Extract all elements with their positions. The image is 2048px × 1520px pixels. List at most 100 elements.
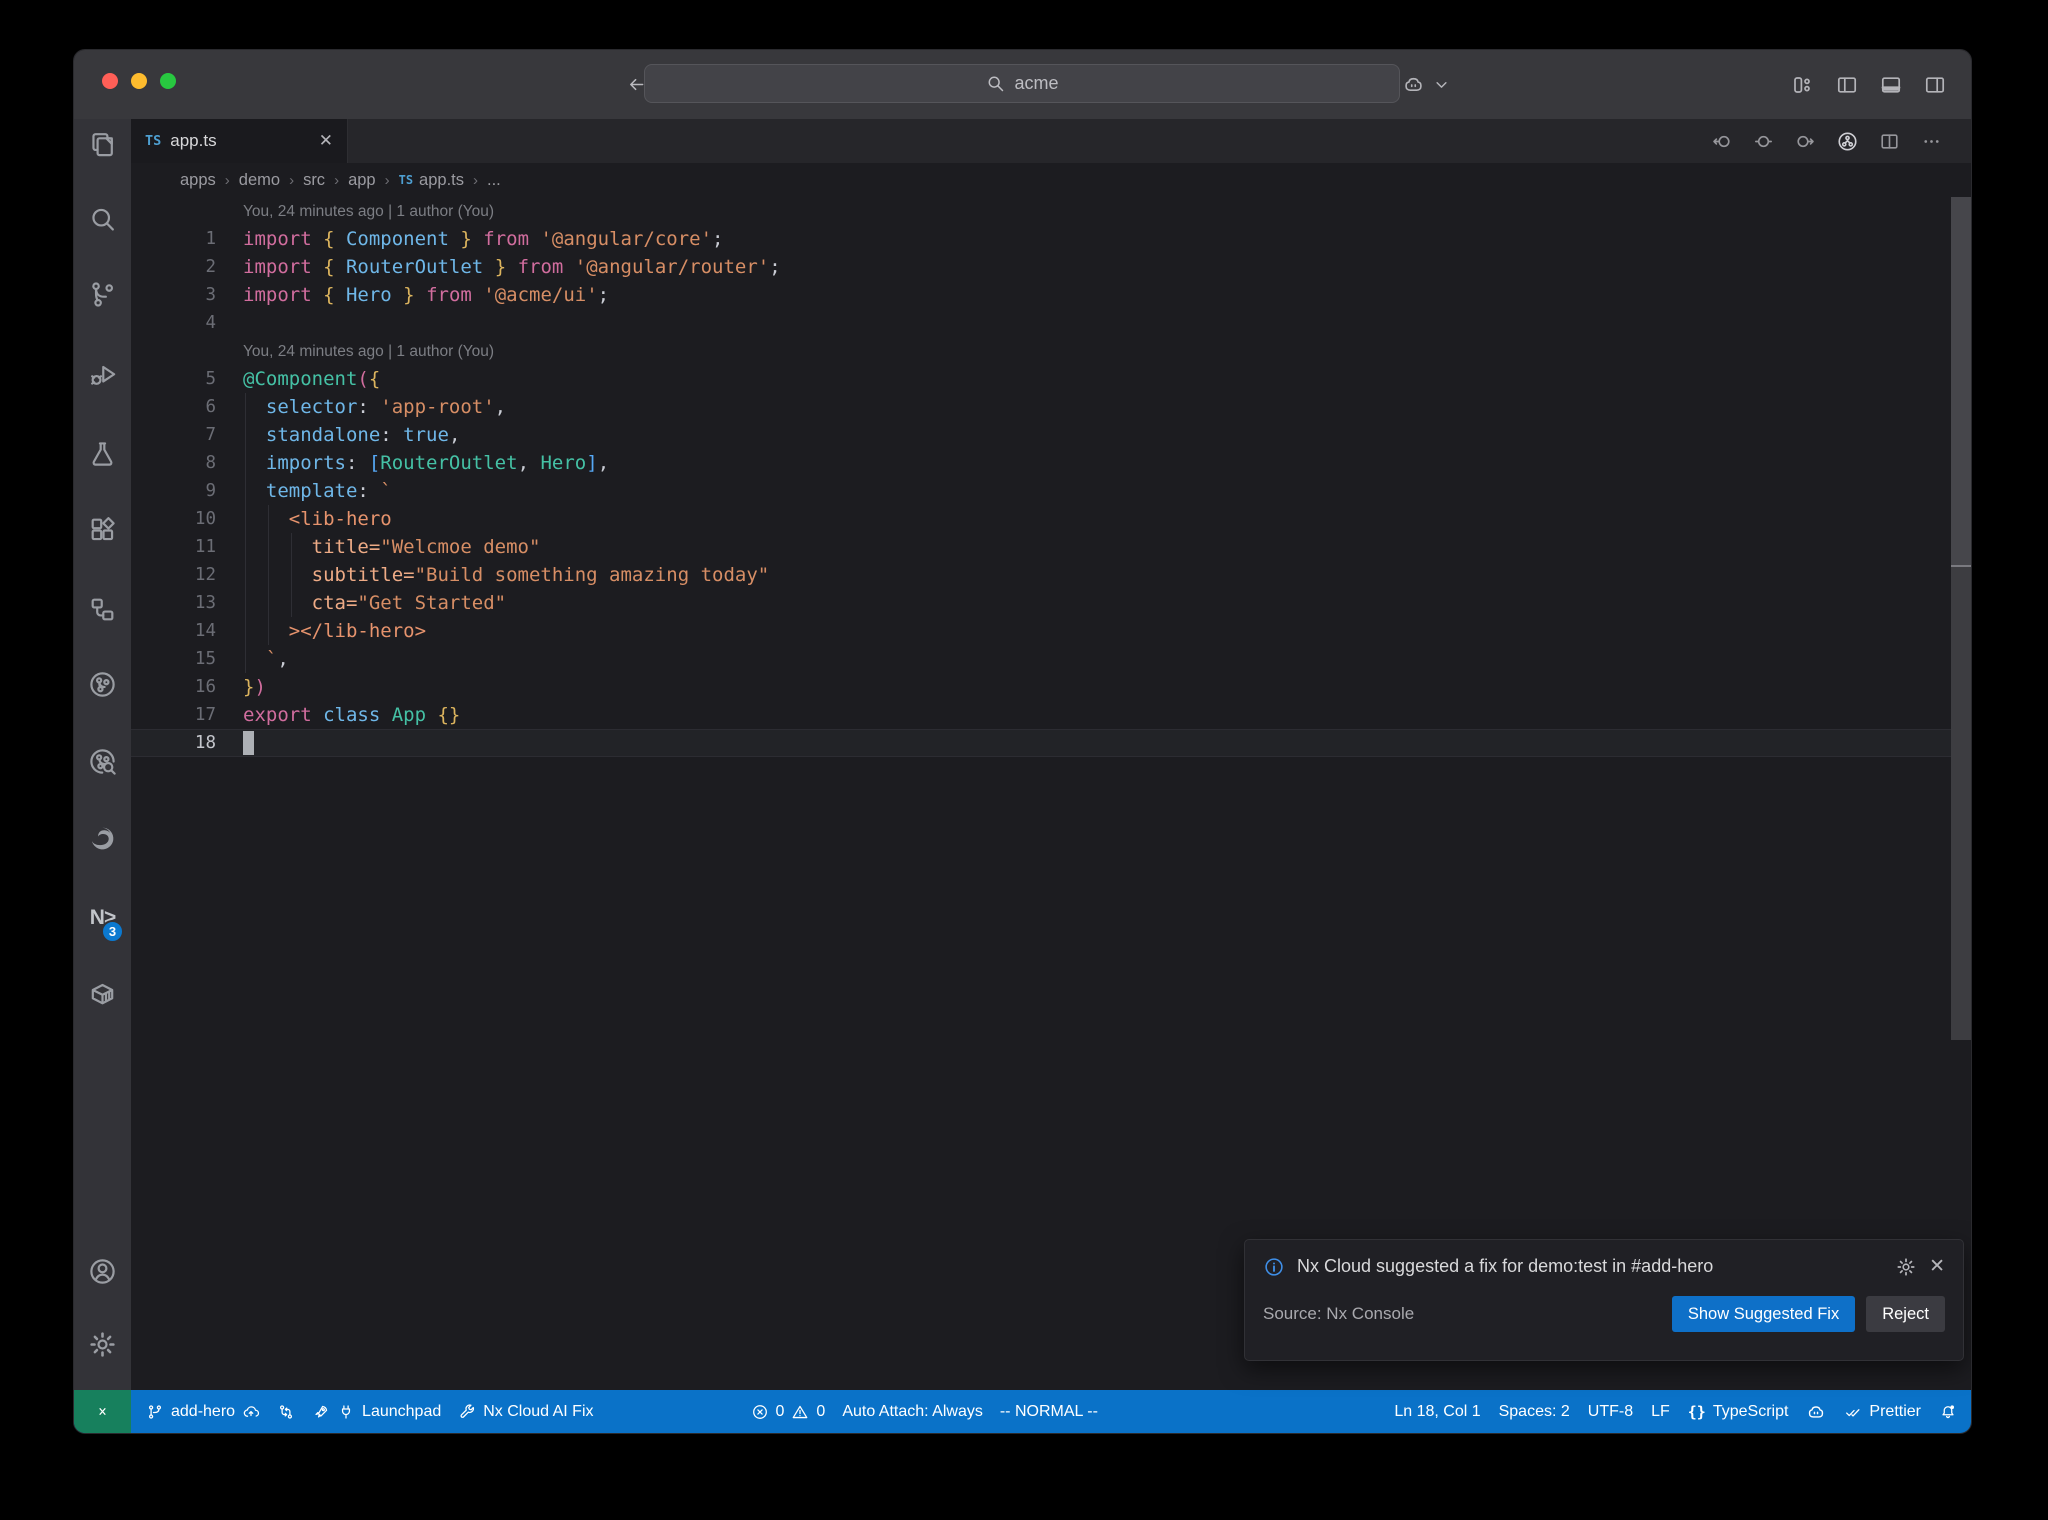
notifications-status[interactable] (1939, 1403, 1957, 1421)
gitlens-inspect-icon[interactable] (74, 743, 131, 779)
code-line-9[interactable]: 9 template: ` (131, 477, 1971, 505)
more-actions-icon[interactable] (1920, 130, 1943, 153)
code-line-12[interactable]: 12 subtitle="Build something amazing tod… (131, 561, 1971, 589)
tab-app-ts[interactable]: TS app.ts ✕ (131, 119, 348, 163)
info-icon (1263, 1256, 1285, 1278)
wrench-icon (458, 1403, 476, 1421)
line-number: 8 (205, 453, 216, 473)
indent-guide (268, 505, 269, 645)
status-label: Nx Cloud AI Fix (483, 1402, 594, 1420)
close-tab-icon[interactable]: ✕ (319, 131, 333, 151)
breadcrumb-item-demo[interactable]: demo (239, 171, 280, 190)
launchpad-status[interactable]: Launchpad (312, 1403, 441, 1421)
language-status[interactable]: {} TypeScript (1688, 1403, 1789, 1421)
remote-indicator[interactable] (74, 1390, 131, 1433)
minimize-window-button[interactable] (131, 73, 147, 89)
problems-status[interactable]: 00 (751, 1402, 826, 1421)
code-line-2[interactable]: 2 import { RouterOutlet } from '@angular/… (131, 253, 1971, 281)
status-label: -- NORMAL -- (999, 1402, 1098, 1420)
double-check-icon (1844, 1403, 1862, 1421)
toggle-sidebar-right-icon[interactable] (1923, 73, 1947, 97)
explorer-icon[interactable] (74, 126, 131, 162)
pin-change-icon[interactable] (1752, 130, 1775, 153)
code-line-4[interactable]: 4 (131, 309, 1971, 337)
code-editor[interactable]: You, 24 minutes ago | 1 author (You) 1 imp… (131, 197, 1971, 1390)
containers-icon[interactable] (74, 975, 131, 1011)
breadcrumb-item-app[interactable]: app (348, 171, 376, 190)
status-label: 0 (816, 1402, 826, 1420)
gitlens-icon[interactable] (74, 666, 131, 702)
zoom-window-button[interactable] (160, 73, 176, 89)
encoding-status[interactable]: UTF-8 (1588, 1403, 1633, 1421)
prev-change-icon[interactable] (1710, 130, 1733, 153)
notification-close-icon[interactable]: ✕ (1929, 1255, 1945, 1278)
status-label: Auto Attach: Always (842, 1402, 983, 1420)
code-line-15[interactable]: 15 `, (131, 645, 1971, 673)
status-bar: add-hero Launchpad Nx Cloud AI Fix 0 0 Auto A… (74, 1390, 1971, 1433)
code-line-8[interactable]: 8 imports: [RouterOutlet, Hero], (131, 449, 1971, 477)
command-center-search[interactable]: acme (644, 64, 1400, 103)
project-structure-icon[interactable] (74, 591, 131, 627)
settings-icon[interactable] (74, 1326, 131, 1362)
code-line-16[interactable]: 16}) (131, 673, 1971, 701)
toggle-sidebar-left-icon[interactable] (1835, 73, 1859, 97)
code-line-17[interactable]: 17 export class App {} (131, 701, 1971, 729)
git-compare-status[interactable] (277, 1403, 295, 1421)
git-blame-annotation[interactable]: You, 24 minutes ago | 1 author (You) (131, 197, 1971, 225)
testing-icon[interactable] (74, 435, 131, 471)
status-label: 0 (775, 1402, 785, 1420)
git-branch-status[interactable]: add-hero (146, 1403, 260, 1421)
line-number: 4 (205, 313, 216, 333)
editor-area: TS app.ts ✕ apps › demo › src › app › TS app.ts ›.… (131, 119, 1971, 1390)
run-debug-icon[interactable] (74, 356, 131, 392)
notification-source: Source: Nx Console (1263, 1304, 1415, 1323)
eol-status[interactable]: LF (1651, 1403, 1670, 1421)
search-icon (985, 73, 1006, 94)
split-editor-icon[interactable] (1878, 130, 1901, 153)
edge-browser-icon[interactable] (74, 820, 131, 856)
breadcrumb-item-src[interactable]: src (303, 171, 325, 190)
search-icon[interactable] (74, 201, 131, 237)
source-control-icon[interactable] (74, 276, 131, 312)
cursor-position-status[interactable]: Ln 18, Col 1 (1394, 1403, 1480, 1421)
breadcrumb-separator: › (334, 171, 340, 189)
indentation-status[interactable]: Spaces: 2 (1499, 1403, 1570, 1421)
git-compare-icon (277, 1403, 295, 1421)
code-line-18[interactable]: 18 (131, 729, 1971, 757)
status-label: UTF-8 (1587, 1402, 1634, 1420)
breadcrumb-item-apps[interactable]: apps (180, 171, 216, 190)
breadcrumb-separator: › (289, 171, 295, 189)
breadcrumb-separator: › (224, 171, 230, 189)
commit-graph-icon[interactable] (1836, 130, 1859, 153)
code-line-3[interactable]: 3 import { Hero } from '@acme/ui'; (131, 281, 1971, 309)
copilot-status[interactable] (1806, 1402, 1826, 1422)
copilot-icon[interactable] (1402, 73, 1425, 96)
auto-attach-status[interactable]: Auto Attach: Always (842, 1403, 983, 1421)
code-line-7[interactable]: 7 standalone: true, (131, 421, 1971, 449)
extensions-icon[interactable] (74, 511, 131, 547)
breadcrumb-item-file[interactable]: TS app.ts (399, 171, 464, 190)
accounts-icon[interactable] (74, 1253, 131, 1289)
close-window-button[interactable] (102, 73, 118, 89)
show-suggested-fix-button[interactable]: Show Suggested Fix (1671, 1296, 1856, 1332)
notification-settings-icon[interactable] (1895, 1256, 1917, 1278)
git-blame-annotation[interactable]: You, 24 minutes ago | 1 author (You) (131, 337, 1971, 365)
nx-cloud-fix-status[interactable]: Nx Cloud AI Fix (458, 1402, 594, 1421)
customize-layout-icon[interactable] (1791, 73, 1815, 97)
reject-button[interactable]: Reject (1866, 1296, 1945, 1332)
toggle-panel-icon[interactable] (1879, 73, 1903, 97)
code-line-10[interactable]: 10 <lib-hero (131, 505, 1971, 533)
next-change-icon[interactable] (1794, 130, 1817, 153)
chevron-down-icon[interactable] (1431, 74, 1452, 95)
code-line-1[interactable]: 1 import { Component } from '@angular/cor… (131, 225, 1971, 253)
vim-mode-status[interactable]: -- NORMAL -- (1000, 1403, 1098, 1421)
prettier-status[interactable]: Prettier (1844, 1403, 1921, 1421)
breadcrumb-overflow[interactable]: ... (487, 171, 501, 190)
indent-guide (245, 393, 246, 673)
code-line-13[interactable]: 13 cta="Get Started" (131, 589, 1971, 617)
code-line-14[interactable]: 14 ></lib-hero> (131, 617, 1971, 645)
code-line-5[interactable]: 5 @Component({ (131, 365, 1971, 393)
text-cursor (243, 731, 254, 755)
code-line-11[interactable]: 11 title="Welcmoe demo" (131, 533, 1971, 561)
code-line-6[interactable]: 6 selector: 'app-root', (131, 393, 1971, 421)
